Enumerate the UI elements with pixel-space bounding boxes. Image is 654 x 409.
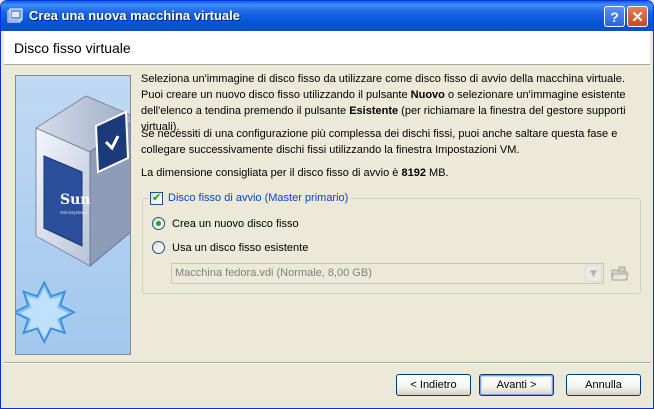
- sun-logo-subtext: microsystems: [60, 210, 88, 215]
- radio-create-new-disk[interactable]: Crea un nuovo disco fisso: [152, 217, 299, 230]
- boot-disk-checkbox[interactable]: ✔: [150, 190, 163, 205]
- recommended-size-unit: MB.: [425, 167, 449, 179]
- footer-separator: [4, 362, 650, 364]
- page-title: Disco fisso virtuale: [14, 40, 131, 56]
- wizard-side-image: Sun microsystems: [15, 75, 131, 355]
- open-media-manager-button[interactable]: [610, 264, 630, 284]
- virtualbox-cube-illustration: Sun microsystems: [16, 76, 130, 354]
- close-icon: ✕: [631, 8, 644, 26]
- chevron-down-icon: ▼: [590, 268, 597, 279]
- combo-dropdown-arrow[interactable]: ▼: [585, 265, 602, 282]
- page-header: Disco fisso virtuale: [4, 31, 650, 65]
- cancel-button[interactable]: Annulla: [566, 374, 641, 396]
- window-title: Crea una nuova macchina virtuale: [29, 8, 240, 23]
- radio-button-selected[interactable]: [152, 217, 165, 230]
- radio-use-existing-disk[interactable]: Usa un disco fisso esistente: [152, 241, 308, 254]
- intro-text-new-bold: Nuovo: [410, 89, 445, 101]
- close-button[interactable]: ✕: [627, 6, 648, 27]
- wizard-window: Crea una nuova macchina virtuale ? ✕ Dis…: [0, 0, 654, 409]
- back-button[interactable]: < Indietro: [396, 374, 471, 396]
- recommended-size-paragraph: La dimensione consigliata per il disco f…: [141, 165, 641, 181]
- advanced-paragraph: Se necessiti di una configurazione più c…: [141, 128, 618, 156]
- next-button[interactable]: Avanti >: [479, 374, 554, 396]
- sun-logo-text: Sun: [60, 192, 90, 208]
- boot-disk-checkbox-label[interactable]: Disco fisso di avvio (Master primario): [168, 192, 348, 204]
- help-button[interactable]: ?: [604, 6, 625, 27]
- recommended-size-value: 8192: [401, 167, 426, 179]
- boot-disk-checkbox-row[interactable]: ✔ Disco fisso di avvio (Master primario): [148, 190, 352, 206]
- title-bar[interactable]: Crea una nuova macchina virtuale ? ✕: [1, 1, 653, 31]
- intro-text-existing-bold: Esistente: [349, 105, 399, 117]
- help-icon: ?: [610, 8, 619, 25]
- existing-disk-combo[interactable]: Macchina fedora.vdi (Normale, 8,00 GB) ▼: [171, 263, 604, 284]
- checkmark-icon: ✔: [152, 190, 162, 204]
- folder-disk-icon: [611, 266, 629, 281]
- existing-disk-combo-value: Macchina fedora.vdi (Normale, 8,00 GB): [175, 267, 372, 279]
- radio-dot-icon: [156, 221, 161, 226]
- radio-create-new-label[interactable]: Crea un nuovo disco fisso: [172, 218, 299, 230]
- radio-button-unselected[interactable]: [152, 241, 165, 254]
- recommended-size-text-1: La dimensione consigliata per il disco f…: [141, 167, 402, 179]
- virtualbox-app-icon: [7, 8, 23, 23]
- radio-use-existing-label[interactable]: Usa un disco fisso esistente: [172, 242, 308, 254]
